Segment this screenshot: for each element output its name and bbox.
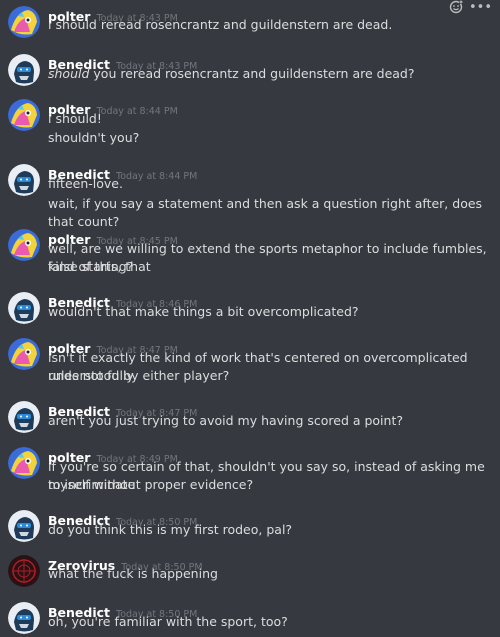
more-options-button[interactable]: ••• (469, 1, 492, 14)
message-text: aren't you just trying to avoid my havin… (48, 413, 403, 428)
avatar-benedict-icon[interactable] (8, 292, 40, 324)
avatar-polter-icon[interactable] (8, 229, 40, 261)
avatar-polter-icon[interactable] (8, 447, 40, 479)
message-text: fifteen-love. (48, 176, 123, 191)
message-text: wait, if you say a statement and then as… (48, 196, 483, 229)
message-text: shouldn't you? (48, 130, 140, 145)
avatar-polter-icon[interactable] (8, 99, 40, 131)
message-toolbar: ••• (448, 0, 492, 17)
avatar-benedict-icon[interactable] (8, 602, 40, 634)
avatar-zerovirus-icon[interactable] (8, 555, 40, 587)
message-text: what the fuck is happening (48, 566, 218, 581)
add-reaction-icon[interactable] (449, 0, 463, 17)
message-text: i should reread rosencrantz and guildens… (48, 17, 393, 32)
message-text: i should! (48, 111, 102, 126)
message-text: wouldn't that make things a bit overcomp… (48, 304, 359, 319)
avatar-polter-icon[interactable] (8, 338, 40, 370)
avatar-benedict-icon[interactable] (8, 510, 40, 542)
message-text: understood by either player? (48, 368, 230, 383)
avatar-benedict-icon[interactable] (8, 401, 40, 433)
message-text: kind of thing? (48, 259, 134, 274)
message-text: oh, you're familiar with the sport, too? (48, 614, 288, 629)
message-text: do you think this is my first rodeo, pal… (48, 522, 293, 537)
italic-text: should (48, 66, 90, 81)
message-text: should you reread rosencrantz and guilde… (48, 66, 415, 81)
avatar-benedict-icon[interactable] (8, 54, 40, 86)
message-text: myself without proper evidence? (48, 477, 254, 492)
avatar-benedict-icon[interactable] (8, 164, 40, 196)
avatar-polter-icon[interactable] (8, 6, 40, 38)
